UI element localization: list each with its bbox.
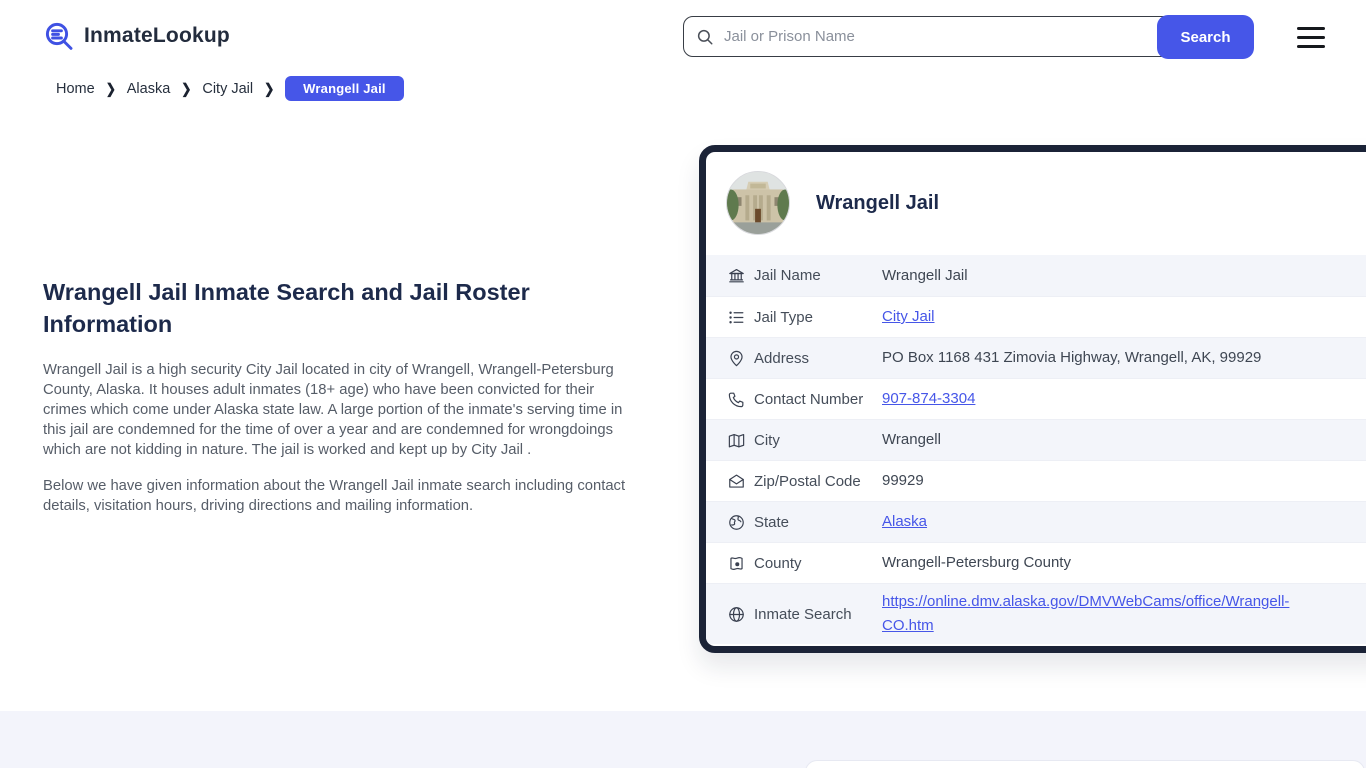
search-button[interactable]: Search [1157, 15, 1254, 59]
row-value-link[interactable]: 907-874-3304 [882, 387, 975, 411]
jail-info-card: Wrangell Jail Jail Name Wrangell Jail Jail… [699, 145, 1366, 653]
map-pin-icon [726, 348, 746, 368]
row-value: 99929 [882, 472, 924, 489]
jail-detail-row: City Wrangell [706, 419, 1366, 460]
row-label: Contact Number [754, 390, 864, 408]
row-value: Wrangell-Petersburg County [882, 554, 1071, 571]
article: Wrangell Jail Inmate Search and Jail Ros… [43, 276, 637, 516]
article-paragraph: Wrangell Jail is a high security City Ja… [43, 362, 623, 458]
jail-detail-row: Inmate Search https://online.dmv.alaska.g… [706, 583, 1366, 644]
card-header: Wrangell Jail [706, 152, 1366, 255]
map-icon [726, 430, 746, 450]
phone-icon [726, 389, 746, 409]
next-section-card [805, 760, 1365, 768]
brand-name: InmateLookup [84, 24, 230, 47]
jail-detail-row: State Alaska [706, 501, 1366, 542]
page: InmateLookup Search Home ❯ Alaska ❯ City… [0, 0, 1366, 768]
jail-card-title: Wrangell Jail [816, 191, 940, 214]
row-value-link[interactable]: City Jail [882, 305, 935, 329]
jail-detail-row: Zip/Postal Code 99929 [706, 460, 1366, 501]
row-value: PO Box 1168 431 Zimovia Highway, Wrangel… [882, 349, 1262, 366]
jail-detail-row: Jail Name Wrangell Jail [706, 255, 1366, 296]
page-title: Wrangell Jail Inmate Search and Jail Ros… [43, 279, 530, 337]
globe-icon [726, 512, 746, 532]
breadcrumb-alaska[interactable]: Alaska [127, 81, 171, 97]
row-label: Inmate Search [754, 605, 852, 623]
row-value: Wrangell [882, 431, 941, 448]
search-bar: Search [683, 15, 1254, 59]
row-label: Zip/Postal Code [754, 472, 861, 490]
chevron-right-icon: ❯ [105, 80, 116, 97]
breadcrumb-city-jail[interactable]: City Jail [202, 81, 253, 97]
chevron-right-icon: ❯ [264, 80, 275, 97]
breadcrumb: Home ❯ Alaska ❯ City Jail ❯ Wrangell Jai… [56, 76, 404, 101]
row-label: State [754, 513, 790, 531]
jail-detail-row: Jail Type City Jail [706, 296, 1366, 337]
list-icon [726, 307, 746, 327]
county-icon [726, 553, 746, 573]
chevron-right-icon: ❯ [181, 80, 192, 97]
row-value-link[interactable]: https://online.dmv.alaska.gov/DMVWebCams… [882, 590, 1334, 638]
jail-avatar [726, 171, 790, 235]
jail-detail-row: Contact Number 907-874-3304 [706, 378, 1366, 419]
brand-logo[interactable]: InmateLookup [43, 20, 230, 52]
breadcrumb-home[interactable]: Home [56, 81, 95, 97]
menu-icon[interactable] [1297, 27, 1325, 48]
row-label: City [754, 431, 780, 449]
mail-icon [726, 471, 746, 491]
row-label: Address [754, 349, 810, 367]
row-label: Jail Type [754, 308, 813, 326]
magnifier-list-icon [45, 22, 73, 50]
row-value: Wrangell Jail [882, 266, 968, 284]
breadcrumb-current-badge: Wrangell Jail [285, 76, 404, 101]
row-value-link[interactable]: Alaska [882, 510, 927, 534]
search-icon [696, 28, 714, 46]
bank-icon [726, 266, 746, 286]
courthouse-photo [727, 172, 789, 234]
jail-detail-row: County Wrangell-Petersburg County [706, 542, 1366, 583]
jail-detail-row: Address PO Box 1168 431 Zimovia Highway, … [706, 337, 1366, 378]
article-paragraph: Below we have given information about th… [43, 478, 626, 514]
row-label: Jail Name [754, 267, 821, 284]
jail-detail-rows: Jail Name Wrangell Jail Jail Type City Jail… [706, 255, 1366, 644]
web-icon [726, 604, 746, 624]
row-label: County [754, 554, 802, 572]
